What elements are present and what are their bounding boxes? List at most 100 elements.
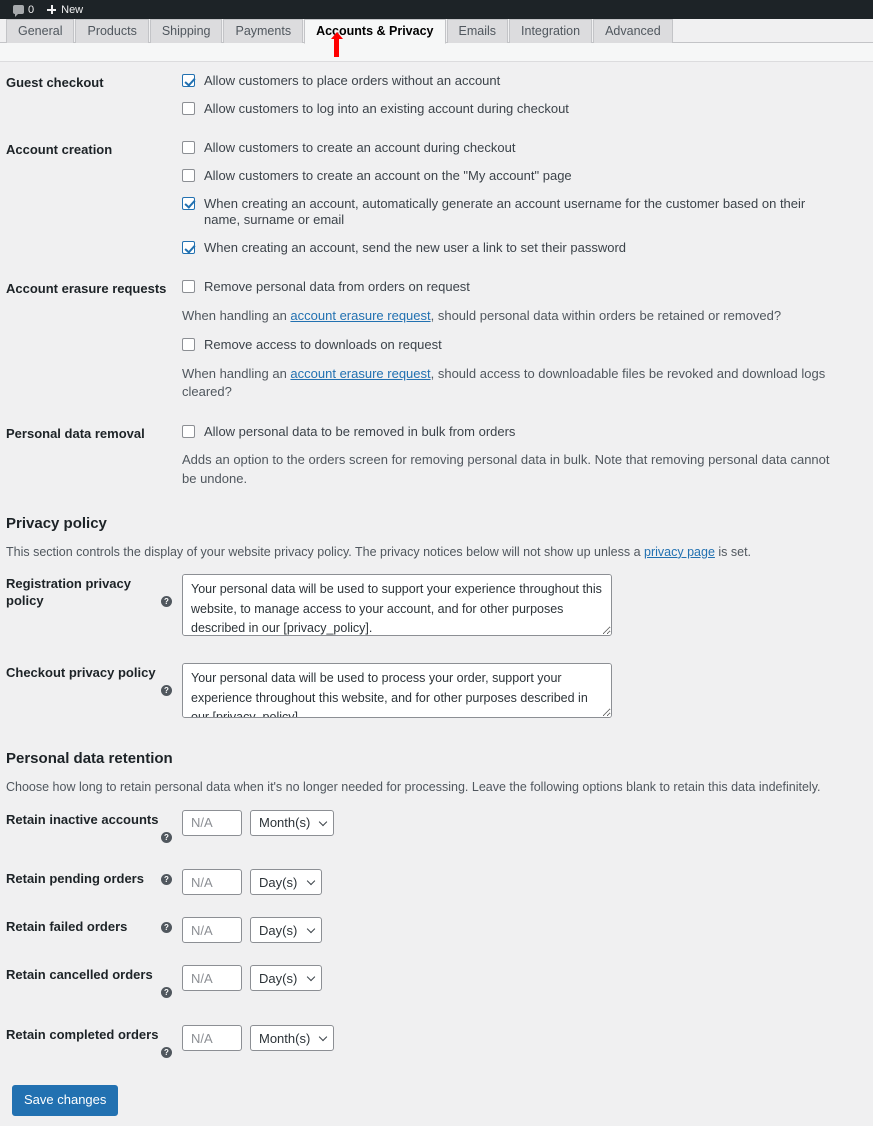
checkout-privacy-policy-textarea[interactable]: Your personal data will be used to proce… [182, 663, 612, 719]
desc-erasure-downloads-before: When handling an [182, 366, 291, 382]
field-checkout-privacy-policy: Your personal data will be used to proce… [182, 652, 853, 734]
tab-accounts-privacy[interactable]: Accounts & Privacy [304, 19, 446, 44]
tab-advanced[interactable]: Advanced [593, 19, 673, 43]
tab-products[interactable]: Products [75, 19, 149, 43]
help-icon[interactable]: ? [161, 874, 172, 886]
label-registration-privacy-policy: Registration privacy policy ? [6, 563, 182, 652]
retain-pending-orders-input[interactable] [182, 869, 242, 896]
help-icon[interactable]: ? [161, 596, 172, 608]
tab-general[interactable]: General [6, 19, 75, 43]
checkbox-remove-access-to-downloads[interactable] [182, 338, 195, 352]
submit-area: Save changes [6, 1074, 853, 1126]
desc-privacy-policy-before: This section controls the display of you… [6, 544, 645, 559]
label-remove-personal-data-from-orders[interactable]: Remove personal data from orders on requ… [204, 279, 470, 296]
field-bulk-remove-personal-data[interactable]: Allow personal data to be removed in bul… [182, 424, 843, 441]
checkbox-create-account-my-account-page[interactable] [182, 168, 195, 182]
label-allow-guest-orders[interactable]: Allow customers to place orders without … [204, 73, 500, 90]
help-cell-retain-completed-orders: ? [146, 1044, 172, 1061]
checkbox-remove-personal-data-from-orders[interactable] [182, 280, 195, 294]
field-retain-pending-orders: Day(s) [182, 858, 853, 906]
field-retain-failed-orders: Day(s) [182, 906, 853, 954]
desc-privacy-policy-after: is set. [714, 544, 752, 559]
help-cell-checkout: ? [146, 682, 172, 699]
field-retain-cancelled-orders: Day(s) [182, 954, 853, 1002]
retain-inactive-accounts-input[interactable] [182, 809, 242, 836]
field-account-creation-0[interactable]: Allow customers to create an account dur… [182, 140, 843, 157]
field-registration-privacy-policy: Your personal data will be used to suppo… [182, 563, 853, 652]
link-privacy-page[interactable]: privacy page [644, 545, 715, 559]
label-retain-inactive-accounts-text: Retain inactive accounts [6, 811, 159, 827]
label-create-account-during-checkout[interactable]: Allow customers to create an account dur… [204, 140, 515, 157]
retain-inactive-accounts-unit-select[interactable]: Month(s) [250, 809, 334, 836]
retain-failed-orders-input[interactable] [182, 917, 242, 944]
table-row: Retain completed orders ? Month(s) [6, 1014, 853, 1074]
admin-bar: 0 New [0, 0, 873, 19]
save-changes-button[interactable]: Save changes [12, 1084, 119, 1117]
retain-pending-orders-unit-select[interactable]: Day(s) [250, 869, 322, 896]
link-account-erasure-request-2[interactable]: account erasure request [290, 366, 430, 381]
label-remove-access-to-downloads[interactable]: Remove access to downloads on request [204, 337, 442, 354]
table-row: Retain failed orders ? Day(s) [6, 906, 853, 954]
label-auto-generate-username[interactable]: When creating an account, automatically … [204, 196, 843, 230]
retain-failed-orders-unit-wrap: Day(s) [250, 917, 322, 944]
label-retain-cancelled-orders: Retain cancelled orders ? [6, 954, 182, 1014]
retain-completed-orders-unit-select[interactable]: Month(s) [250, 1025, 334, 1052]
registration-privacy-policy-textarea[interactable]: Your personal data will be used to suppo… [182, 574, 612, 637]
comment-bubble-icon [13, 5, 24, 17]
settings-tabs: General Products Shipping Payments Accou… [6, 19, 873, 44]
checkbox-auto-generate-username[interactable] [182, 196, 195, 210]
label-retain-pending-orders-text: Retain pending orders [6, 871, 144, 887]
label-account-erasure-requests: Account erasure requests [6, 281, 167, 297]
label-guest-checkout: Guest checkout [6, 75, 104, 90]
help-cell-retain-pending-orders: ? [146, 871, 172, 888]
tab-shipping[interactable]: Shipping [149, 19, 223, 43]
field-erasure-remove-downloads[interactable]: Remove access to downloads on request [182, 337, 843, 354]
data-retention-form-table: Retain inactive accounts ? Month(s) Reta… [6, 799, 853, 1074]
checkbox-create-account-during-checkout[interactable] [182, 140, 195, 154]
label-allow-login-during-checkout[interactable]: Allow customers to log into an existing … [204, 101, 569, 118]
field-retain-inactive-accounts: Month(s) [182, 799, 853, 847]
field-account-creation-2[interactable]: When creating an account, automatically … [182, 196, 843, 230]
annotation-arrow-icon [330, 32, 343, 57]
checkbox-allow-guest-orders[interactable] [182, 74, 195, 87]
retain-failed-orders-unit-select[interactable]: Day(s) [250, 917, 322, 944]
help-icon[interactable]: ? [161, 987, 172, 999]
field-guest-checkout-1[interactable]: Allow customers to log into an existing … [182, 101, 843, 118]
desc-erasure-personal-data: When handling an account erasure request… [182, 307, 843, 325]
field-guest-checkout-0[interactable]: Allow customers to place orders without … [182, 73, 843, 90]
row-registration-privacy-policy: Registration privacy policy ? Your perso… [6, 563, 853, 652]
label-send-password-setup-link[interactable]: When creating an account, send the new u… [204, 240, 626, 257]
retain-inactive-accounts-unit-wrap: Month(s) [250, 809, 334, 836]
help-icon[interactable]: ? [161, 1047, 172, 1059]
link-account-erasure-request-1[interactable]: account erasure request [290, 308, 430, 323]
desc-erasure-personal-data-before: When handling an [182, 308, 291, 324]
field-account-creation-1[interactable]: Allow customers to create an account on … [182, 168, 843, 185]
help-icon[interactable]: ? [161, 922, 172, 934]
label-checkout-privacy-policy: Checkout privacy policy ? [6, 652, 182, 734]
retain-cancelled-orders-unit-wrap: Day(s) [250, 965, 322, 992]
adminbar-comments[interactable]: 0 [7, 0, 40, 19]
tab-emails[interactable]: Emails [446, 19, 509, 43]
adminbar-new-label: New [61, 3, 84, 16]
label-create-account-my-account-page[interactable]: Allow customers to create an account on … [204, 168, 572, 185]
help-cell-retain-failed-orders: ? [146, 919, 172, 936]
retain-cancelled-orders-unit-select[interactable]: Day(s) [250, 965, 322, 992]
label-retain-failed-orders: Retain failed orders ? [6, 906, 182, 954]
help-cell-registration: ? [146, 593, 172, 610]
tab-payments[interactable]: Payments [223, 19, 304, 43]
help-icon[interactable]: ? [161, 831, 172, 843]
checkbox-bulk-remove-personal-data[interactable] [182, 424, 195, 438]
label-bulk-remove-personal-data[interactable]: Allow personal data to be removed in bul… [204, 424, 515, 441]
retain-completed-orders-input[interactable] [182, 1025, 242, 1052]
help-icon[interactable]: ? [161, 685, 172, 697]
checkbox-send-password-setup-link[interactable] [182, 241, 195, 255]
retain-cancelled-orders-input[interactable] [182, 965, 242, 992]
field-erasure-remove-personal-data[interactable]: Remove personal data from orders on requ… [182, 279, 843, 296]
desc-personal-data-removal: Adds an option to the orders screen for … [182, 452, 830, 486]
field-account-creation-3[interactable]: When creating an account, send the new u… [182, 240, 843, 257]
checkbox-allow-login-during-checkout[interactable] [182, 101, 195, 115]
adminbar-new[interactable]: New [40, 0, 89, 19]
tab-integration[interactable]: Integration [509, 19, 593, 43]
heading-personal-data-retention: Personal data retention [6, 750, 173, 768]
privacy-policy-form-table: Registration privacy policy ? Your perso… [6, 563, 853, 734]
